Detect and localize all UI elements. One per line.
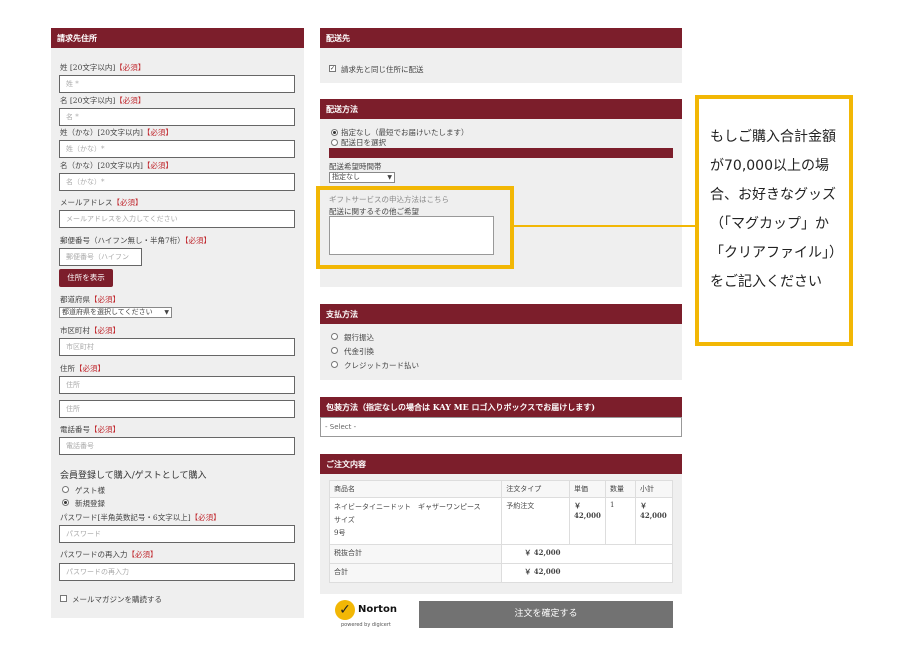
phone-input[interactable]: 電話番号 xyxy=(59,437,295,455)
quantity-cell: 1 xyxy=(605,497,636,545)
email-input[interactable]: メールアドレスを入力してください xyxy=(59,210,295,228)
checkmark-icon: ✓ xyxy=(335,600,355,620)
first-kana-label: 名（かな）[20文字以内]【必須】 xyxy=(60,161,173,170)
date-picker-bar[interactable] xyxy=(329,148,673,158)
credit-card-label: クレジットカード払い xyxy=(344,361,419,370)
payment-panel: 支払方法 銀行振込 代金引換 クレジットカード払い xyxy=(320,304,682,380)
show-address-button[interactable]: 住所を表示 xyxy=(59,269,113,287)
city-label: 市区町村【必須】 xyxy=(60,326,120,335)
first-name-label: 名 [20文字以内]【必須】 xyxy=(60,96,146,105)
bank-transfer-radio[interactable] xyxy=(331,333,338,340)
newsletter-label: メールマガジンを購読する xyxy=(72,595,162,604)
order-header: ご注文内容 xyxy=(320,454,682,474)
delivery-time-select[interactable]: 指定なし ▼ xyxy=(329,172,395,183)
product-name-cell: ネイビータイニードット ギャザーワンピース サイズ 9号 xyxy=(328,497,503,545)
guest-option-label: ゲスト様 xyxy=(75,486,105,495)
password-input[interactable]: パスワード xyxy=(59,525,295,543)
confirm-order-button[interactable]: 注文を確定する xyxy=(419,601,673,628)
wrapping-panel: 包装方法（指定なしの場合は KAY ME ロゴ入りボックスでお届けします) - … xyxy=(320,397,682,437)
order-panel: ご注文内容 商品名 注文タイプ 単価 数量 小計 ネイビータイニードット ギャザ… xyxy=(320,454,682,594)
credit-card-radio[interactable] xyxy=(331,361,338,368)
total-value: ￥ 42,000 xyxy=(501,563,673,583)
shipping-header: 配送先 xyxy=(320,28,682,48)
city-input[interactable]: 市区町村 xyxy=(59,338,295,356)
col-product: 商品名 xyxy=(328,480,503,498)
tax-excluded-label: 税抜合計 xyxy=(328,544,503,564)
same-address-label: 請求先と同じ住所に配送 xyxy=(341,65,424,74)
chevron-down-icon: ▼ xyxy=(387,174,392,181)
delivery-date-radio[interactable] xyxy=(331,139,338,146)
newsletter-checkbox[interactable] xyxy=(60,595,67,602)
billing-header: 請求先住所 xyxy=(51,28,304,48)
first-kana-input[interactable]: 名（かな）* xyxy=(59,173,295,191)
norton-badge: ✓ Norton powered by digicert xyxy=(333,598,397,630)
zip-input[interactable]: 郵便番号（ハイフン xyxy=(59,248,142,266)
bank-transfer-label: 銀行振込 xyxy=(344,333,374,342)
zip-label: 郵便番号（ハイフン無し・半角7桁）【必須】 xyxy=(60,236,212,245)
callout-box: もしご購入合計金額が70,000以上の場合、お好きなグッズ（「マグカップ」か「ク… xyxy=(695,95,853,346)
guest-radio[interactable] xyxy=(62,486,69,493)
order-table: 商品名 注文タイプ 単価 数量 小計 ネイビータイニードット ギャザーワンピース… xyxy=(328,480,674,583)
wrapping-select[interactable]: - Select - xyxy=(320,417,682,437)
col-order-type: 注文タイプ xyxy=(501,480,571,498)
password2-label: パスワードの再入力【必須】 xyxy=(60,550,158,559)
subtotal-cell: ￥ 42,000 xyxy=(634,497,674,545)
unit-price-cell: ￥ 42,000 xyxy=(569,497,607,545)
new-member-option-label: 新規登録 xyxy=(75,499,105,508)
first-name-input[interactable]: 名 * xyxy=(59,108,295,126)
delivery-date-label: 配送日を選択 xyxy=(341,138,386,147)
cod-radio[interactable] xyxy=(331,347,338,354)
table-row: 合計 ￥ 42,000 xyxy=(328,563,673,583)
last-name-label: 姓 [20文字以内]【必須】 xyxy=(60,63,146,72)
col-subtotal: 小計 xyxy=(634,480,674,498)
prefecture-select[interactable]: 都道府県を選択してください ▼ xyxy=(59,307,172,318)
pref-label: 都道府県【必須】 xyxy=(60,295,120,304)
last-name-input[interactable]: 姓 * xyxy=(59,75,295,93)
total-label: 合計 xyxy=(328,563,503,583)
norton-logo-text: Norton xyxy=(358,604,397,615)
shipping-panel: 配送先 ✓ 請求先と同じ住所に配送 xyxy=(320,28,682,83)
email-label: メールアドレス【必須】 xyxy=(60,198,143,207)
billing-panel: 請求先住所 姓 [20文字以内]【必須】 姓 * 名 [20文字以内]【必須】 … xyxy=(51,28,304,618)
wrapping-header: 包装方法（指定なしの場合は KAY ME ロゴ入りボックスでお届けします) xyxy=(320,397,682,417)
phone-label: 電話番号【必須】 xyxy=(60,425,120,434)
new-member-radio[interactable] xyxy=(62,499,69,506)
tax-excluded-value: ￥ 42,000 xyxy=(501,544,673,564)
col-unit-price: 単価 xyxy=(569,480,607,498)
password-label: パスワード[半角英数記号・6文字以上]【必須】 xyxy=(60,513,221,522)
password2-input[interactable]: パスワードの再入力 xyxy=(59,563,295,581)
same-address-checkbox[interactable]: ✓ xyxy=(329,65,336,72)
address-label: 住所【必須】 xyxy=(60,364,105,373)
callout-text: もしご購入合計金額が70,000以上の場合、お好きなグッズ（「マグカップ」か「ク… xyxy=(710,129,843,290)
chevron-down-icon: ▼ xyxy=(164,309,169,316)
col-quantity: 数量 xyxy=(605,480,636,498)
delivery-none-radio[interactable] xyxy=(331,129,338,136)
last-kana-input[interactable]: 姓（かな）* xyxy=(59,140,295,158)
table-row: 税抜合計 ￥ 42,000 xyxy=(328,544,673,564)
address2-input[interactable]: 住所 xyxy=(59,400,295,418)
powered-by-text: powered by digicert xyxy=(341,622,391,628)
member-title: 会員登録して購入/ゲストとして購入 xyxy=(60,471,207,481)
last-kana-label: 姓（かな）[20文字以内]【必須】 xyxy=(60,128,173,137)
delivery-header: 配送方法 xyxy=(320,99,682,119)
highlight-box xyxy=(316,186,514,269)
cod-label: 代金引換 xyxy=(344,347,374,356)
order-type-cell: 予約注文 xyxy=(501,497,571,545)
delivery-time-label: 配送希望時間帯 xyxy=(329,162,382,171)
callout-connector xyxy=(514,225,696,227)
address-input[interactable]: 住所 xyxy=(59,376,295,394)
table-row: ネイビータイニードット ギャザーワンピース サイズ 9号 予約注文 ￥ 42,0… xyxy=(328,497,674,545)
payment-header: 支払方法 xyxy=(320,304,682,324)
